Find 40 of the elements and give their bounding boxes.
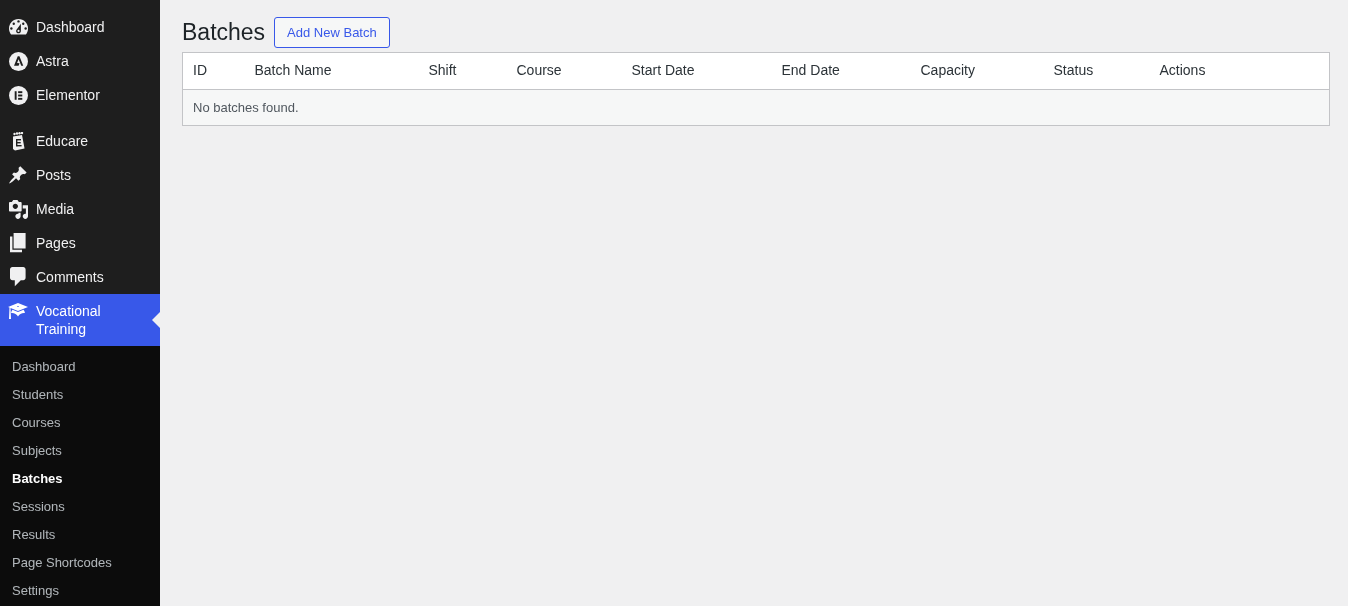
menu-item[interactable]: Elementor — [0, 78, 160, 112]
column-header: Start Date — [621, 52, 772, 90]
submenu-item[interactable]: Courses — [0, 409, 160, 437]
column-header: Course — [506, 52, 622, 90]
pointer-triangle-icon — [152, 312, 160, 328]
gauge-icon — [8, 19, 28, 35]
submenu-item[interactable]: Subjects — [0, 437, 160, 465]
astra-logo-icon — [8, 51, 28, 71]
submenu-item[interactable]: Results — [0, 521, 160, 549]
speech-bubble-icon — [10, 267, 26, 287]
menu-item[interactable]: Media — [0, 192, 160, 226]
submenu-item[interactable]: Page Shortcodes — [0, 549, 160, 577]
menu-item[interactable]: Pages — [0, 226, 160, 260]
column-header: End Date — [771, 52, 911, 90]
pushpin-icon — [9, 166, 27, 184]
submenu-item[interactable]: Batches — [0, 465, 160, 493]
submenu-item[interactable]: Students — [0, 381, 160, 409]
elementor-logo-icon — [8, 85, 28, 105]
pages-icon — [10, 233, 26, 253]
page-title: Batches — [182, 17, 266, 47]
notepad-icon — [11, 131, 25, 151]
column-header: Actions — [1149, 52, 1330, 90]
graduation-cap-icon — [8, 303, 28, 319]
submenu-item[interactable]: Sessions — [0, 493, 160, 521]
submenu-item[interactable]: Settings — [0, 577, 160, 605]
menu-item[interactable]: Astra — [0, 44, 160, 78]
column-header: ID — [182, 52, 245, 90]
column-header: Status — [1043, 52, 1150, 90]
add-new-batch-button[interactable]: Add New Batch — [274, 17, 390, 48]
menu-item[interactable]: Vocational Training — [0, 294, 160, 346]
menu-item[interactable]: Educare — [0, 124, 160, 158]
empty-message: No batches found. — [182, 89, 1330, 126]
column-header: Batch Name — [244, 52, 419, 90]
menu-item[interactable]: Comments — [0, 260, 160, 294]
submenu-item[interactable]: Dashboard — [0, 353, 160, 381]
menu-item[interactable]: Posts — [0, 158, 160, 192]
column-header: Capacity — [910, 52, 1044, 90]
camera-music-icon — [8, 199, 28, 219]
column-header: Shift — [418, 52, 507, 90]
menu-item[interactable]: Dashboard — [0, 10, 160, 44]
